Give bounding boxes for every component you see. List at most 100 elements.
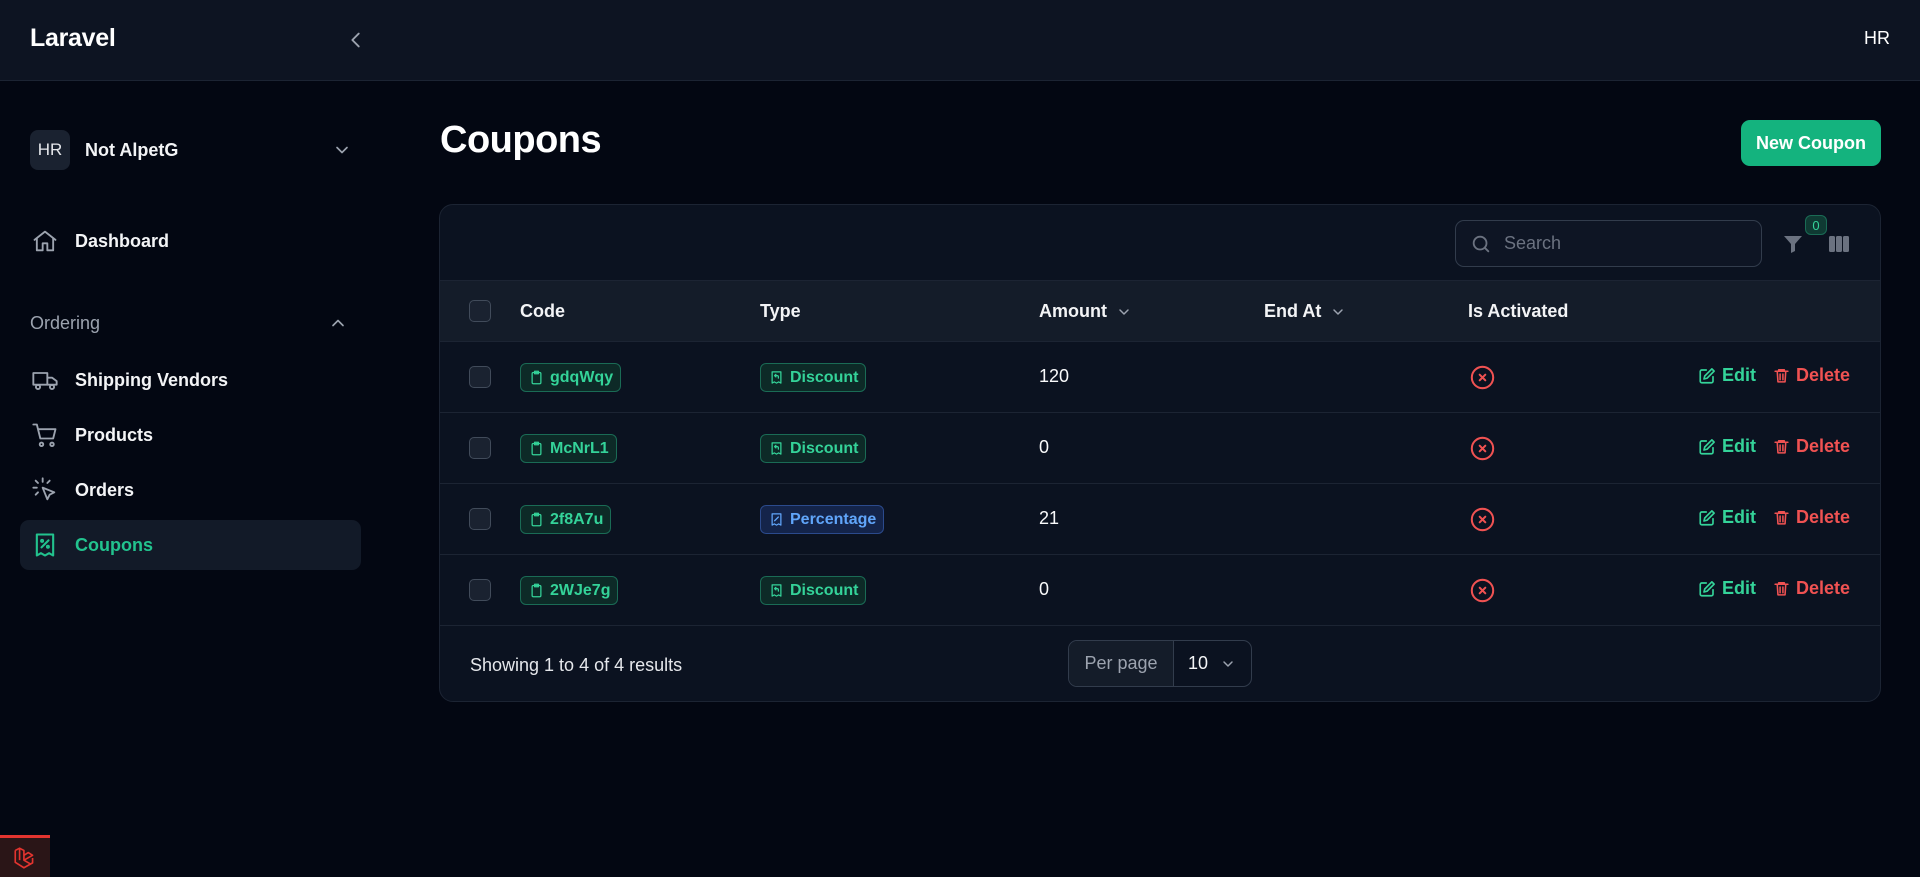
search-input[interactable] [1504, 233, 1744, 254]
new-coupon-button[interactable]: New Coupon [1741, 120, 1881, 166]
column-header-is-activated: Is Activated [1468, 301, 1569, 321]
x-circle-icon [1470, 365, 1495, 390]
trash-icon [1774, 369, 1789, 383]
column-header-type: Type [760, 301, 801, 321]
per-page-control: Per page 10 [1068, 640, 1252, 687]
sidebar-group-label: Ordering [30, 313, 101, 333]
clipboard-icon [529, 369, 544, 386]
row-checkbox[interactable] [469, 579, 491, 601]
coupon-type-badge: Discount [760, 434, 867, 463]
sidebar-item-label: Orders [75, 479, 135, 500]
column-header-code: Code [520, 301, 565, 321]
sidebar-item-label: Dashboard [75, 230, 170, 251]
results-summary: Showing 1 to 4 of 4 results [470, 655, 683, 675]
column-header-amount[interactable]: Amount [1039, 301, 1132, 322]
page-title: Coupons [440, 119, 602, 161]
funnel-icon [1784, 236, 1802, 253]
chevron-down-icon [1116, 304, 1132, 320]
truck-icon [30, 365, 60, 395]
search-icon [1472, 235, 1490, 252]
sidebar-item-shipping-vendors[interactable]: Shipping Vendors [20, 355, 361, 405]
receipt-percent-icon [30, 530, 60, 560]
clipboard-icon [529, 511, 544, 528]
receipt-percent-icon [769, 511, 784, 528]
row-checkbox[interactable] [469, 366, 491, 388]
table-footer: Showing 1 to 4 of 4 results Per page 10 [440, 626, 1880, 701]
amount-value: 120 [1039, 366, 1070, 386]
table-row: 2WJe7g Discount 0 Edit Delete [440, 555, 1880, 626]
toggle-columns-button[interactable] [1824, 229, 1854, 259]
sidebar-item-dashboard[interactable]: Dashboard [20, 216, 361, 266]
search-field[interactable] [1455, 220, 1762, 267]
sidebar-collapse-button[interactable] [342, 26, 370, 54]
sidebar-item-label: Coupons [75, 534, 153, 555]
trash-icon [1774, 511, 1789, 525]
table-row: 2f8A7u Percentage 21 Edit Delete [440, 484, 1880, 555]
select-all-checkbox[interactable] [469, 300, 491, 322]
home-icon [30, 226, 60, 256]
x-circle-icon [1470, 578, 1495, 603]
user-avatar[interactable]: HR [1864, 28, 1890, 49]
chevron-down-icon [332, 140, 352, 165]
edit-button[interactable]: Edit [1698, 436, 1756, 457]
top-bar: Laravel HR [0, 0, 1920, 81]
coupon-code-badge[interactable]: 2f8A7u [520, 505, 612, 534]
delete-button[interactable]: Delete [1773, 365, 1850, 386]
shopping-cart-icon [30, 420, 60, 450]
chevron-down-icon [1330, 304, 1346, 320]
table-header: Code Type Amount End At Is Activated [440, 281, 1880, 342]
chevron-left-icon [351, 32, 360, 48]
table-row: gdqWqy Discount 120 Edit Delete [440, 342, 1880, 413]
coupon-type-badge: Discount [760, 363, 867, 392]
sidebar-item-coupons[interactable]: Coupons [20, 520, 361, 570]
clipboard-icon [529, 440, 544, 457]
filter-button[interactable] [1778, 229, 1808, 259]
delete-button[interactable]: Delete [1773, 436, 1850, 457]
pencil-square-icon [1699, 580, 1715, 597]
chevron-up-icon[interactable] [328, 313, 348, 338]
debugbar-toggle-button[interactable] [0, 835, 50, 877]
chevron-down-icon [1223, 660, 1233, 667]
edit-button[interactable]: Edit [1698, 507, 1756, 528]
amount-value: 0 [1039, 579, 1050, 599]
row-checkbox[interactable] [469, 508, 491, 530]
receipt-refund-icon [769, 369, 784, 386]
edit-button[interactable]: Edit [1698, 578, 1756, 599]
sidebar-item-products[interactable]: Products [20, 410, 361, 460]
delete-button[interactable]: Delete [1773, 507, 1850, 528]
per-page-select[interactable]: 10 [1174, 641, 1251, 686]
row-checkbox[interactable] [469, 437, 491, 459]
trash-icon [1774, 582, 1789, 596]
sidebar-item-orders[interactable]: Orders [20, 465, 361, 515]
tenant-avatar: HR [30, 130, 70, 170]
tenant-name: Not AlpetG [85, 139, 179, 160]
amount-value: 21 [1039, 508, 1060, 528]
sidebar-item-label: Shipping Vendors [75, 369, 229, 390]
pencil-square-icon [1699, 438, 1715, 455]
brand-logo[interactable]: Laravel [30, 24, 116, 53]
delete-button[interactable]: Delete [1773, 578, 1850, 599]
amount-value: 0 [1039, 437, 1050, 457]
table-row: McNrL1 Discount 0 Edit Delete [440, 413, 1880, 484]
pencil-square-icon [1699, 367, 1715, 384]
laravel-logo-icon [14, 846, 34, 869]
tenant-switcher[interactable]: HR Not AlpetG [30, 130, 352, 170]
per-page-label: Per page [1069, 641, 1174, 686]
column-header-end-at[interactable]: End At [1264, 301, 1346, 322]
pencil-square-icon [1699, 509, 1715, 526]
coupon-code-badge[interactable]: gdqWqy [520, 363, 622, 392]
coupons-table-card: 0 Code Type Amount End At Is Activated g… [439, 204, 1881, 702]
receipt-refund-icon [769, 440, 784, 457]
cursor-click-icon [30, 475, 60, 505]
sidebar-item-label: Products [75, 424, 154, 445]
coupon-type-badge: Percentage [760, 505, 885, 534]
coupon-code-badge[interactable]: McNrL1 [520, 434, 617, 463]
table-toolbar: 0 [440, 205, 1880, 281]
coupon-type-badge: Discount [760, 576, 867, 605]
clipboard-icon [529, 582, 544, 599]
coupon-code-badge[interactable]: 2WJe7g [520, 576, 619, 605]
x-circle-icon [1470, 436, 1495, 461]
receipt-refund-icon [769, 582, 784, 599]
edit-button[interactable]: Edit [1698, 365, 1756, 386]
x-circle-icon [1470, 507, 1495, 532]
